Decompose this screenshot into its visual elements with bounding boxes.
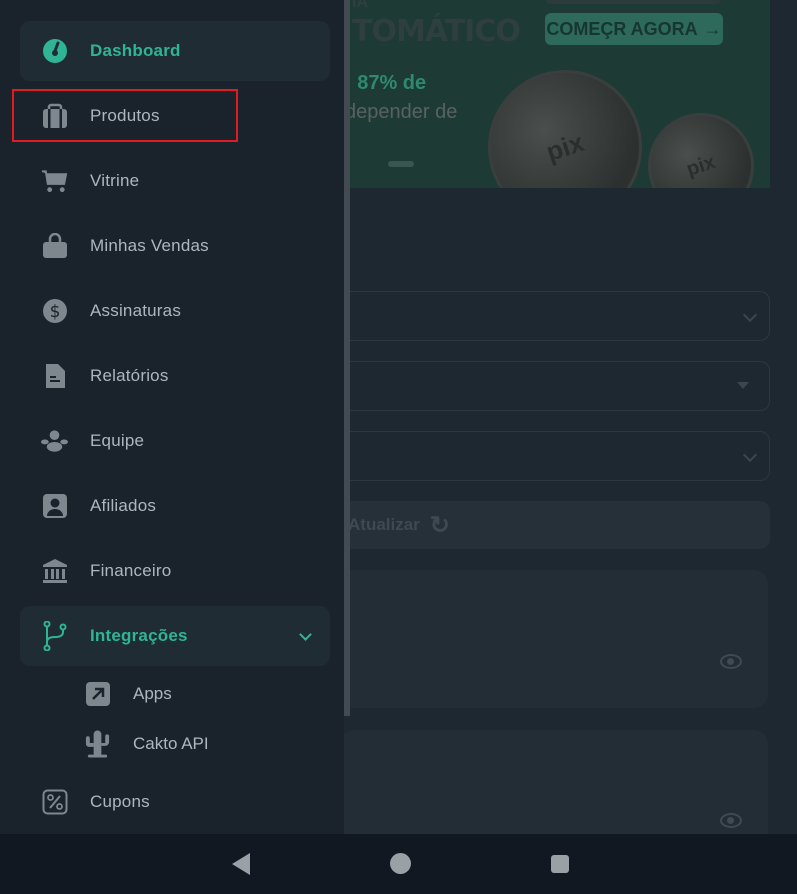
sidebar-item-label: Equipe (90, 431, 145, 450)
banner-subtext: depender de (345, 101, 458, 123)
sidebar-subitem-label: Cakto API (133, 734, 209, 753)
eye-icon[interactable] (720, 654, 742, 669)
sidebar-item-label: Assinaturas (90, 301, 182, 320)
document-icon (41, 363, 68, 390)
sidebar-item-dashboard[interactable]: Dashboard (20, 21, 330, 81)
sidebar-item-produtos[interactable]: Produtos (20, 86, 330, 146)
dollar-icon: $ (41, 298, 68, 325)
sidebar-item-assinaturas[interactable]: $ Assinaturas (20, 281, 330, 341)
sidebar-item-label: Financeiro (90, 561, 172, 580)
chevron-down-icon[interactable] (299, 628, 312, 641)
metric-card (340, 570, 768, 708)
gauge-icon (41, 38, 68, 65)
briefcase-icon (41, 103, 68, 130)
sidebar-item-equipe[interactable]: Equipe (20, 411, 330, 471)
navigation-drawer: Dashboard Produtos Vitrine Minhas Vendas… (0, 0, 344, 834)
sidebar-item-integracoes[interactable]: Integrações (20, 606, 330, 666)
sidebar-item-minhas-vendas[interactable]: Minhas Vendas (20, 216, 330, 276)
sidebar-item-relatorios[interactable]: Relatórios (20, 346, 330, 406)
back-icon[interactable] (232, 853, 250, 875)
recent-apps-icon[interactable] (551, 855, 569, 873)
sidebar-item-label: Dashboard (90, 41, 181, 60)
cactus-icon (84, 730, 111, 758)
banner-heading: TOMÁTICO (352, 14, 521, 49)
carousel-indicator[interactable] (388, 161, 414, 167)
sidebar-subitem-apps[interactable]: Apps (84, 674, 172, 714)
sidebar-item-label: Afiliados (90, 496, 157, 515)
person-badge-icon (41, 493, 68, 520)
select-field[interactable] (340, 361, 770, 411)
home-icon[interactable] (390, 853, 411, 874)
sidebar-item-label: Integrações (90, 626, 188, 645)
arrow-up-right-icon (84, 681, 111, 708)
caret-down-icon (737, 382, 749, 389)
sidebar-subitem-label: Apps (133, 684, 172, 703)
refresh-icon: ↻ (429, 511, 450, 539)
select-field[interactable] (340, 291, 770, 341)
arrow-right-icon: → (703, 18, 722, 39)
banner-cta-button[interactable]: COMEÇR AGORA → (545, 13, 723, 45)
branch-icon (41, 621, 68, 651)
svg-text:$: $ (49, 302, 60, 322)
pix-coin-icon: pix (467, 49, 663, 188)
banner-percent-text: : 87% de (345, 72, 427, 94)
chevron-down-icon (742, 307, 758, 323)
sidebar-item-label: Cupons (90, 792, 150, 811)
team-icon (41, 428, 68, 455)
banner-cta-label: COMEÇR AGORA (546, 18, 698, 39)
sidebar-item-cupons[interactable]: Cupons (20, 772, 330, 832)
promo-banner[interactable]: IA TOMÁTICO : 87% de depender de COMEÇR … (340, 0, 770, 188)
refresh-button[interactable]: Atualizar ↻ (340, 501, 770, 549)
sidebar-item-vitrine[interactable]: Vitrine (20, 151, 330, 211)
cart-icon (41, 168, 68, 195)
sidebar-item-financeiro[interactable]: Financeiro (20, 541, 330, 601)
drawer-scrollbar[interactable] (344, 0, 350, 716)
eye-icon[interactable] (720, 813, 742, 828)
banner-badge (546, 0, 721, 4)
sidebar-item-afiliados[interactable]: Afiliados (20, 476, 330, 536)
chevron-down-icon (742, 447, 758, 463)
sidebar-item-label: Vitrine (90, 171, 140, 190)
shopping-bag-icon (41, 233, 68, 260)
coin-text: pix (683, 150, 718, 181)
sidebar-item-label: Relatórios (90, 366, 169, 385)
pix-coin-icon: pix (634, 99, 768, 188)
coin-text: pix (542, 126, 588, 167)
sidebar-item-label: Produtos (90, 106, 160, 125)
refresh-label: Atualizar (348, 515, 420, 534)
percent-icon (41, 789, 68, 816)
banner-heading-top: IA (352, 0, 368, 11)
sidebar-subitem-cakto-api[interactable]: Cakto API (84, 724, 209, 764)
bank-icon (41, 558, 68, 585)
select-field[interactable] (340, 431, 770, 481)
sidebar-item-label: Minhas Vendas (90, 236, 209, 255)
